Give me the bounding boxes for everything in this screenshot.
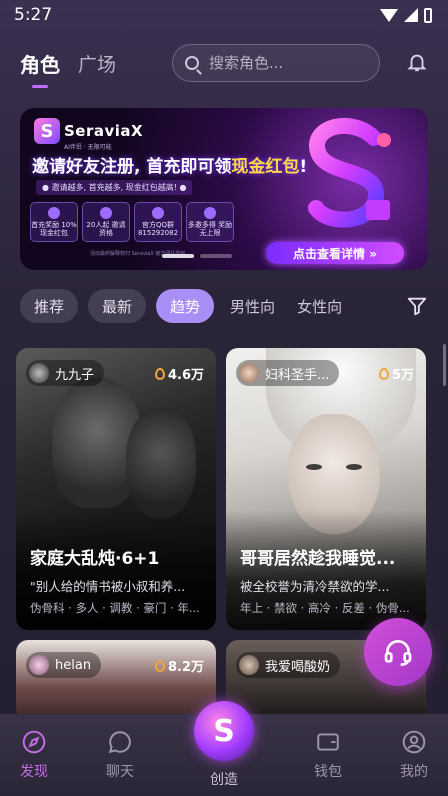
battery-icon bbox=[424, 7, 432, 23]
banner-cta-button[interactable]: 点击查看详情 » bbox=[266, 242, 404, 264]
tab-label: 发现 bbox=[20, 764, 48, 780]
card-description: "别人给的情书被小叔和养... bbox=[30, 579, 186, 594]
creator-name: 妇科圣手... bbox=[265, 367, 330, 383]
banner-subline: ● 邀请越多, 首充越多, 现金红包越高! ● bbox=[36, 180, 193, 195]
avatar bbox=[29, 655, 49, 675]
popularity-count: 4.6万 bbox=[167, 368, 204, 383]
creator-name: 九九子 bbox=[55, 367, 95, 383]
popularity: 5万 bbox=[378, 364, 414, 383]
perk-item: 20人起 邀请资格 bbox=[82, 202, 130, 242]
tab-label: 我的 bbox=[400, 764, 428, 780]
pager-dot bbox=[162, 254, 194, 258]
character-card[interactable]: helan 8.2万 bbox=[16, 640, 216, 720]
creator-badge[interactable]: 我爱喝酸奶 bbox=[236, 652, 341, 678]
tab-chat[interactable]: 聊天 bbox=[90, 729, 150, 781]
creator-badge[interactable]: helan bbox=[26, 652, 102, 678]
cover-figure bbox=[306, 464, 322, 470]
coin-icon bbox=[204, 206, 216, 219]
tab-label: 创造 bbox=[210, 772, 238, 788]
qq-icon bbox=[152, 206, 164, 219]
chip-female-oriented[interactable]: 女性向 bbox=[291, 289, 348, 323]
user-icon bbox=[402, 730, 426, 754]
card-tags: 年上 · 禁欲 · 高冷 · 反差 · 伪骨... bbox=[240, 601, 410, 615]
headline-highlight: 现金红包 bbox=[231, 157, 300, 177]
tab-label: 聊天 bbox=[106, 764, 134, 780]
card-title: 哥哥居然趁我睡觉... bbox=[240, 549, 396, 569]
create-button[interactable]: S bbox=[194, 701, 254, 761]
brand-logo: S bbox=[34, 118, 60, 144]
filter-icon[interactable] bbox=[406, 295, 428, 317]
popularity-count: 8.2万 bbox=[167, 660, 204, 675]
top-header: 角色 广场 bbox=[20, 44, 428, 88]
tab-label: 钱包 bbox=[314, 764, 342, 780]
perk-item: 多邀多得 奖励无上限 bbox=[186, 202, 234, 242]
filter-bar: 推荐 最新 趋势 男性向 女性向 bbox=[20, 288, 428, 324]
creator-name: helan bbox=[55, 657, 92, 673]
brand-tagline: AI伴侣 · 无限可能 bbox=[64, 144, 112, 151]
card-description: 被全校誉为清冷禁欲的学... bbox=[240, 579, 390, 594]
search-box[interactable] bbox=[172, 44, 380, 82]
chip-trending[interactable]: 趋势 bbox=[156, 289, 215, 323]
avatar bbox=[239, 655, 259, 675]
popularity-count: 5万 bbox=[391, 368, 414, 383]
avatar bbox=[239, 363, 259, 383]
creator-name: 我爱喝酸奶 bbox=[265, 659, 331, 675]
bell-icon[interactable] bbox=[406, 50, 428, 74]
cover-figure bbox=[346, 464, 362, 470]
chip-latest[interactable]: 最新 bbox=[88, 289, 147, 323]
banner-brand: S SeraviaX bbox=[34, 118, 143, 144]
status-icons bbox=[380, 7, 432, 23]
tab-mine[interactable]: 我的 bbox=[384, 729, 444, 781]
status-bar: 5:27 bbox=[0, 0, 448, 30]
customer-service-button[interactable] bbox=[364, 618, 432, 686]
search-input[interactable] bbox=[209, 54, 359, 72]
scrollbar[interactable] bbox=[443, 344, 446, 386]
create-s-icon: S bbox=[213, 713, 235, 749]
cover-figure bbox=[126, 408, 196, 518]
perk-item: 官方QQ群 815292082 bbox=[134, 202, 182, 242]
creator-badge[interactable]: 妇科圣手... bbox=[236, 360, 340, 386]
wifi-icon bbox=[380, 8, 398, 22]
creator-badge[interactable]: 九九子 bbox=[26, 360, 105, 386]
search-icon bbox=[185, 56, 199, 70]
chip-recommended[interactable]: 推荐 bbox=[20, 289, 79, 323]
brand-name: SeraviaX bbox=[64, 122, 144, 140]
banner-headline: 邀请好友注册, 首充即可领现金红包! bbox=[32, 152, 307, 177]
status-time: 5:27 bbox=[14, 5, 53, 25]
avatar bbox=[29, 363, 49, 383]
bottom-tab-bar: 发现 聊天 S 创造 钱包 我的 bbox=[0, 701, 448, 796]
tab-wallet[interactable]: 钱包 bbox=[298, 729, 358, 781]
pager-dot bbox=[200, 254, 232, 258]
chat-bubble-icon bbox=[108, 731, 131, 754]
card-tags: 伪骨科 · 多人 · 调教 · 豪门 · 年... bbox=[30, 601, 200, 615]
flame-icon bbox=[154, 367, 165, 380]
banner-perks: 首充奖励 10% 现金红包 20人起 邀请资格 官方QQ群 815292082 … bbox=[30, 202, 234, 242]
tab-discover[interactable]: 发现 bbox=[4, 729, 64, 781]
popularity: 4.6万 bbox=[154, 364, 204, 383]
tab-characters[interactable]: 角色 bbox=[20, 49, 60, 88]
chip-male-oriented[interactable]: 男性向 bbox=[224, 289, 281, 323]
users-icon bbox=[100, 206, 112, 219]
tab-square[interactable]: 广场 bbox=[78, 50, 116, 77]
flame-icon bbox=[378, 367, 389, 380]
popularity: 8.2万 bbox=[154, 656, 204, 675]
headline-text: 邀请好友注册, 首充即可领 bbox=[32, 157, 232, 177]
neon-s-logo-icon bbox=[308, 117, 391, 228]
perk-item: 首充奖励 10% 现金红包 bbox=[30, 202, 78, 242]
card-title: 家庭大乱炖·6+1 bbox=[30, 549, 160, 569]
headset-icon bbox=[384, 640, 412, 666]
wallet-icon bbox=[317, 733, 339, 751]
signal-icon bbox=[404, 8, 418, 22]
gift-icon bbox=[48, 206, 60, 219]
compass-icon bbox=[22, 730, 46, 754]
character-card[interactable]: 九九子 4.6万 家庭大乱炖·6+1 "别人给的情书被小叔和养... 伪骨科 ·… bbox=[16, 348, 216, 630]
banner-pager bbox=[162, 254, 232, 258]
character-card[interactable]: 妇科圣手... 5万 哥哥居然趁我睡觉... 被全校誉为清冷禁欲的学... 年上… bbox=[226, 348, 426, 630]
promo-banner[interactable]: S SeraviaX AI伴侣 · 无限可能 邀请好友注册, 首充即可领现金红包… bbox=[20, 108, 428, 270]
flame-icon bbox=[154, 659, 165, 672]
